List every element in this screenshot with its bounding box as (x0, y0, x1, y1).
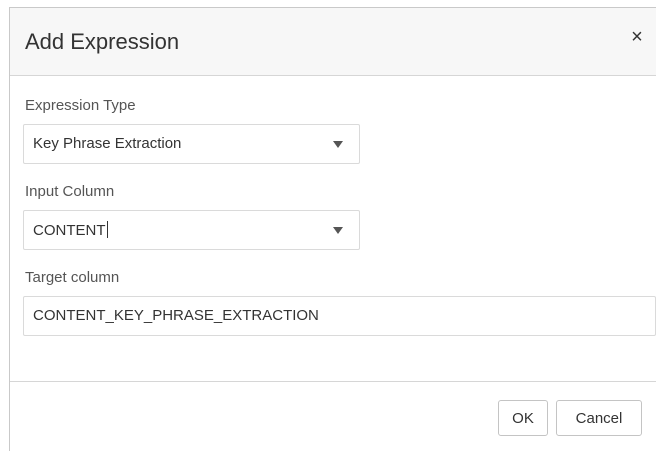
cancel-button[interactable]: Cancel (556, 400, 642, 436)
target-column-label: Target column (25, 269, 120, 286)
expression-type-select[interactable]: Key Phrase Extraction (23, 124, 360, 164)
dialog-header: Add Expression × (10, 8, 656, 76)
text-cursor (106, 221, 108, 238)
input-column-select[interactable]: CONTENT (23, 210, 360, 250)
dialog-title: Add Expression (25, 29, 180, 54)
add-expression-dialog: Add Expression × Expression Type Key Phr… (9, 7, 656, 451)
expression-type-value: Key Phrase Extraction (33, 135, 182, 152)
input-column-value: CONTENT (33, 221, 108, 240)
target-column-input[interactable]: CONTENT_KEY_PHRASE_EXTRACTION (23, 296, 656, 336)
expression-type-label: Expression Type (25, 97, 136, 114)
chevron-down-icon (333, 141, 343, 148)
target-column-value: CONTENT_KEY_PHRASE_EXTRACTION (33, 307, 319, 324)
ok-button[interactable]: OK (498, 400, 548, 436)
footer-divider (10, 381, 656, 382)
close-icon[interactable]: × (626, 26, 648, 48)
input-column-value-text: CONTENT (33, 222, 106, 239)
input-column-label: Input Column (25, 183, 115, 200)
chevron-down-icon (333, 227, 343, 234)
